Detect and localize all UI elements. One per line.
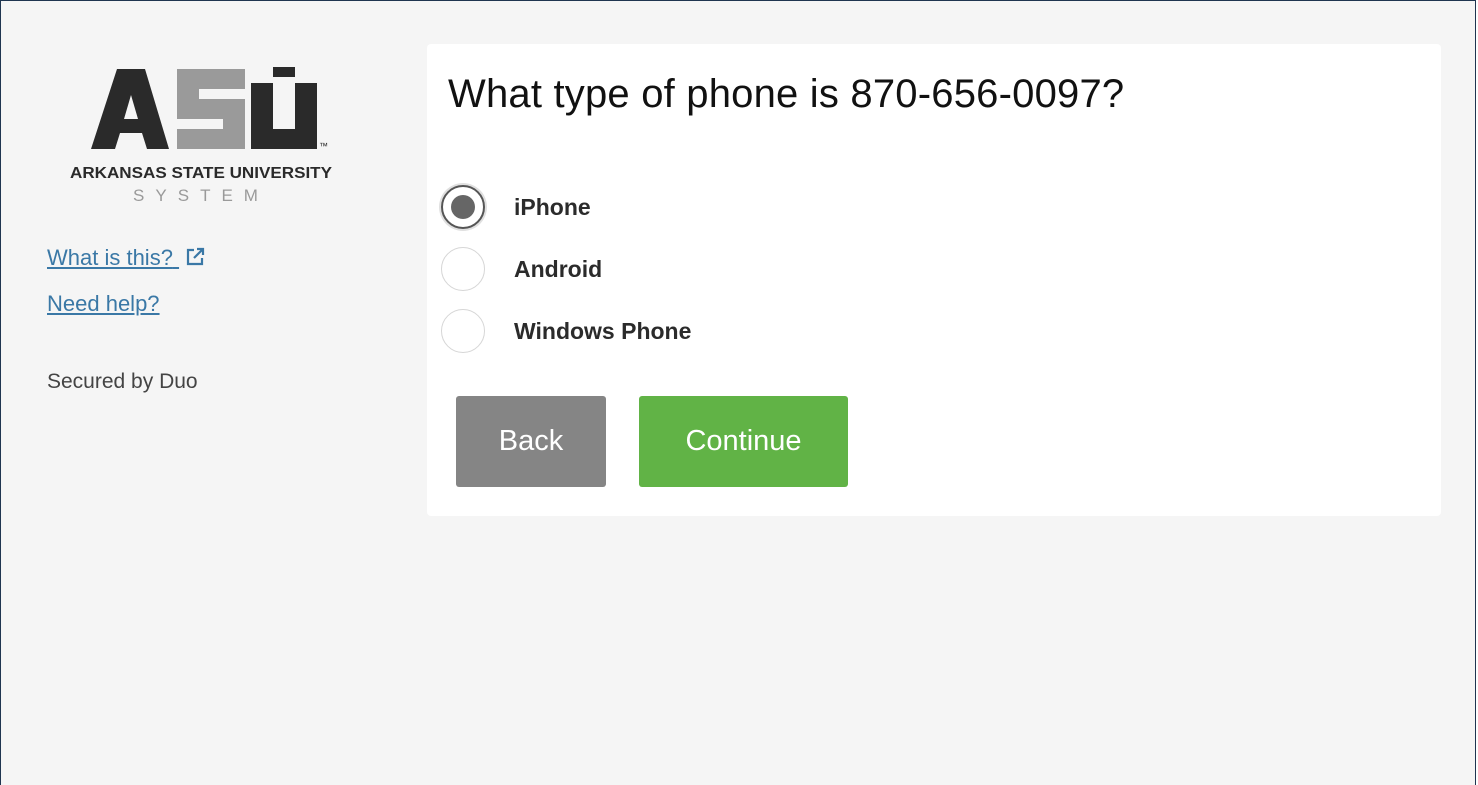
need-help-link[interactable]: Need help? (47, 290, 205, 318)
option-android-label: Android (514, 255, 603, 282)
external-link-icon (186, 247, 205, 266)
button-row: Back Continue (456, 396, 848, 487)
phone-type-card: What type of phone is 870-656-0097? iPho… (427, 44, 1441, 516)
secured-by-duo: Secured by Duo (47, 370, 198, 393)
option-iphone[interactable]: iPhone (441, 176, 691, 238)
what-is-this-label: What is this? (47, 245, 173, 270)
logo-line2: SYSTEM (133, 186, 269, 205)
radio-windows-phone[interactable] (441, 309, 485, 353)
option-android[interactable]: Android (441, 238, 691, 300)
need-help-label: Need help? (47, 291, 160, 316)
option-iphone-label: iPhone (514, 193, 591, 220)
logo-tm: ™ (319, 141, 328, 151)
what-is-this-link[interactable]: What is this? (47, 244, 205, 272)
asu-system-logo: ™ ARKANSAS STATE UNIVERSITY SYSTEM (70, 67, 332, 205)
help-links: What is this? Need help? (47, 244, 205, 336)
option-windows-phone[interactable]: Windows Phone (441, 300, 691, 362)
continue-button[interactable]: Continue (639, 396, 848, 487)
logo-line1: ARKANSAS STATE UNIVERSITY (70, 165, 332, 182)
radio-iphone[interactable] (441, 185, 485, 229)
option-windows-phone-label: Windows Phone (514, 317, 692, 344)
duo-frame: ™ ARKANSAS STATE UNIVERSITY SYSTEM What … (0, 0, 1476, 785)
radio-android[interactable] (441, 247, 485, 291)
back-button[interactable]: Back (456, 396, 606, 487)
phone-type-options: iPhone Android Windows Phone (441, 176, 691, 362)
phone-type-question: What type of phone is 870-656-0097? (448, 72, 1125, 116)
